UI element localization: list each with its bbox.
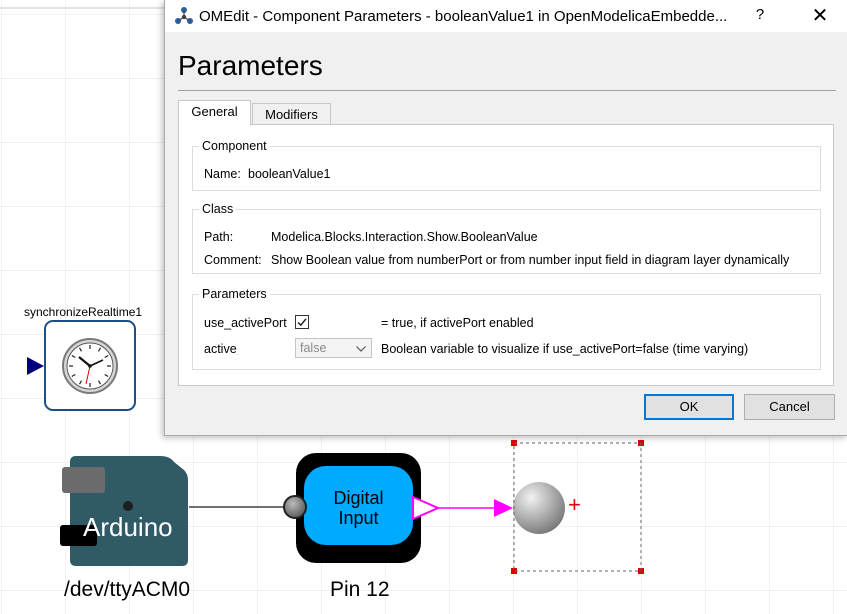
close-icon[interactable]: ✕ xyxy=(805,3,835,28)
general-tab-pane: Component Name: booleanValue1 Class Path… xyxy=(178,124,834,386)
component-parameters-dialog: OMEdit - Component Parameters - booleanV… xyxy=(164,0,847,436)
path-value: Modelica.Blocks.Interaction.Show.Boolean… xyxy=(271,230,538,244)
class-group: Class Path: Modelica.Blocks.Interaction.… xyxy=(192,202,821,274)
sync-block-label: synchronizeRealtime1 xyxy=(24,305,143,319)
ok-button[interactable]: OK xyxy=(644,394,734,420)
arduino-block[interactable] xyxy=(60,456,188,566)
arduino-port-label: /dev/ttyACM0 xyxy=(64,578,191,601)
active-select[interactable]: false xyxy=(295,338,372,358)
cancel-button[interactable]: Cancel xyxy=(744,394,835,420)
dialog-title: OMEdit - Component Parameters - booleanV… xyxy=(199,8,728,25)
help-icon[interactable]: ? xyxy=(753,6,767,23)
page-title: Parameters xyxy=(178,50,323,81)
plus-icon: + xyxy=(568,492,581,517)
use-activeport-description: = true, if activePort enabled xyxy=(381,316,534,330)
clock-icon xyxy=(62,338,118,394)
tab-modifiers[interactable]: Modifiers xyxy=(252,103,331,125)
arduino-label: Arduino xyxy=(83,512,173,542)
omedit-logo-icon xyxy=(175,7,193,24)
active-label: active xyxy=(204,342,237,356)
dialog-titlebar[interactable]: OMEdit - Component Parameters - booleanV… xyxy=(165,0,847,32)
use-activeport-label: use_activePort xyxy=(204,316,287,330)
checkmark-icon xyxy=(297,318,307,327)
digital-input-pin-label: Pin 12 xyxy=(330,578,390,601)
digital-input-title-line1: Digital xyxy=(333,488,384,508)
component-group-title: Component xyxy=(199,139,270,153)
class-group-title: Class xyxy=(199,202,237,216)
heading-divider xyxy=(178,90,836,91)
digital-input-title-line2: Input xyxy=(338,508,379,528)
comment-label: Comment: xyxy=(204,253,262,267)
boolean-indicator-ball xyxy=(513,482,565,534)
active-description: Boolean variable to visualize if use_act… xyxy=(381,342,749,356)
comment-value: Show Boolean value from numberPort or fr… xyxy=(271,253,790,267)
path-label: Path: xyxy=(204,230,234,244)
component-group: Component Name: booleanValue1 xyxy=(192,139,821,191)
input-port-circle xyxy=(283,495,307,519)
name-label: Name: xyxy=(204,167,241,181)
parameters-group-title: Parameters xyxy=(199,287,270,301)
use-activeport-checkbox[interactable] xyxy=(295,315,309,329)
parameters-group: Parameters use_activePort = true, if act… xyxy=(192,287,821,370)
active-select-value: false xyxy=(300,341,327,355)
name-value: booleanValue1 xyxy=(248,167,331,181)
tab-general[interactable]: General xyxy=(178,100,251,125)
chevron-down-icon xyxy=(356,346,366,352)
